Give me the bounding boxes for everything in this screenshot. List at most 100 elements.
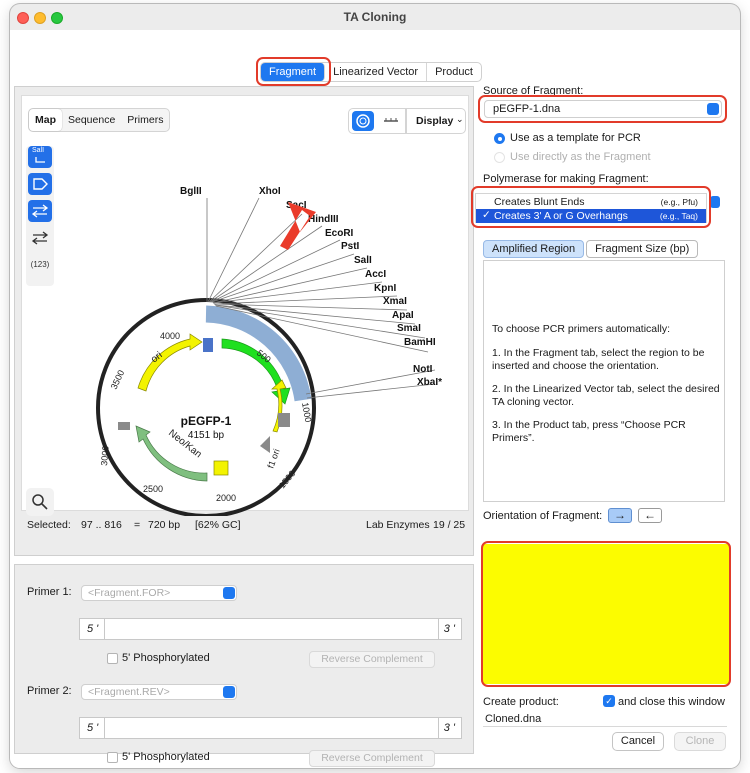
primer2-3prime: 3 ' [443, 722, 455, 734]
direct-fragment-radio[interactable] [494, 152, 505, 163]
title-bar: TA Cloning [10, 4, 740, 30]
chevron-down-icon [223, 587, 235, 599]
instruction-heading: To choose PCR primers automatically: [492, 323, 670, 335]
chevron-down-icon: ⌄ [456, 114, 464, 124]
ori-feature-arrow [137, 333, 203, 392]
primer2-phosphorylated-label: 5' Phosphorylated [122, 751, 210, 763]
enzyme-acci: AccI [365, 269, 386, 280]
promoter-block [203, 338, 213, 352]
primer-panel: Primer 1: <Fragment.FOR> 5 ' 3 ' 5' Phos… [14, 564, 474, 767]
plasmid-size: 4151 bp [188, 430, 225, 441]
close-window-label: and close this window [618, 696, 726, 708]
cancel-button[interactable]: Cancel [612, 732, 664, 751]
enzyme-kpni: KpnI [374, 283, 396, 294]
enzyme-bglii: BglII [180, 186, 202, 197]
clone-button[interactable]: Clone [674, 732, 726, 751]
yellow-feature-block [213, 460, 229, 476]
instruction-step-2: 2. In the Linearized Vector tab, select … [492, 383, 720, 408]
primer1-placeholder: <Fragment.FOR> [88, 587, 171, 599]
plasmid-map: ori Neo/Kan f1 ori pEGFP-1 4151 bp 500 1… [96, 186, 442, 516]
selected-equals: = [134, 519, 141, 531]
region-tabs: Amplified Region Fragment Size (bp) [483, 240, 700, 258]
selected-range: 97 .. 816 [81, 519, 122, 531]
gray-feature-3 [118, 422, 130, 430]
tab-product[interactable]: Product [427, 63, 481, 81]
gray-feature-2 [260, 436, 270, 453]
primer1-label: Primer 1: [27, 586, 72, 598]
primer1-3prime: 3 ' [443, 623, 455, 635]
preview-highlight [481, 541, 731, 687]
primer1-5prime: 5 ' [87, 623, 99, 635]
primer2-select[interactable]: <Fragment.REV> [81, 684, 237, 700]
tab-linearized-vector[interactable]: Linearized Vector [325, 63, 428, 81]
tick-4000: 4000 [160, 331, 180, 341]
primer2-phosphorylated-checkbox[interactable] [107, 752, 118, 763]
instructions-pane: To choose PCR primers automatically: 1. … [483, 260, 725, 502]
display-menu-button[interactable]: Display ⌄ [406, 108, 466, 134]
primer2-reverse-complement-button[interactable]: Reverse Complement [309, 750, 435, 767]
selected-gc: [62% GC] [195, 519, 241, 531]
enzyme-psti: PstI [341, 241, 360, 252]
ta-cloning-window: TA Cloning Fragment Linearized Vector Pr… [10, 4, 740, 768]
primer1-select[interactable]: <Fragment.FOR> [81, 585, 237, 601]
tick-1000: 1000 [300, 402, 313, 423]
view-tab-primers[interactable]: Primers [121, 109, 169, 131]
primer2-label: Primer 2: [27, 685, 72, 697]
enzyme-smai: SmaI [397, 323, 421, 334]
gray-feature-1 [278, 413, 290, 427]
tick-3500: 3500 [109, 368, 127, 390]
close-window-checkbox[interactable]: ✓ [603, 695, 615, 707]
template-pcr-radio[interactable] [494, 133, 505, 144]
primer1-phosphorylated-label: 5' Phosphorylated [122, 652, 210, 664]
primer1-phosphorylated-checkbox[interactable] [107, 653, 118, 664]
primer1-reverse-complement-button[interactable]: Reverse Complement [309, 651, 435, 668]
selected-label: Selected: [27, 519, 71, 531]
linear-map-icon[interactable] [381, 113, 401, 129]
primer2-placeholder: <Fragment.REV> [88, 686, 170, 698]
primer2-sequence-field[interactable]: 5 ' 3 ' [79, 717, 462, 739]
direct-fragment-label: Use directly as the Fragment [510, 151, 651, 163]
enzyme-ecori: EcoRI [325, 228, 354, 239]
magnifier-icon [32, 494, 48, 510]
enzyme-xmai: XmaI [383, 296, 407, 307]
tick-2000: 2000 [216, 493, 236, 503]
create-product-label: Create product: [483, 696, 559, 708]
map-canvas[interactable]: Map Sequence Primers Display ⌄ SalI (123… [21, 95, 469, 516]
lab-enzymes-label: Lab Enzymes [366, 519, 430, 531]
polymerase-label: Polymerase for making Fragment: [483, 173, 649, 185]
tab-amplified-region[interactable]: Amplified Region [483, 240, 585, 258]
view-tab-sequence[interactable]: Sequence [62, 109, 121, 131]
fragment-tab-highlight [256, 57, 331, 86]
tick-2500: 2500 [143, 484, 163, 494]
orientation-label: Orientation of Fragment: [483, 510, 603, 522]
polymerase-menu-indicator [710, 196, 720, 208]
chevron-down-icon [223, 686, 235, 698]
enzyme-xbai: XbaI* [417, 377, 442, 388]
template-pcr-label: Use as a template for PCR [510, 132, 641, 144]
window-title: TA Cloning [343, 10, 407, 24]
content-area: Fragment Linearized Vector Product Map S… [10, 30, 740, 768]
primer1-sequence-field[interactable]: 5 ' 3 ' [79, 618, 462, 640]
enzyme-xhoi: XhoI [259, 186, 281, 197]
zoom-button[interactable] [26, 488, 54, 516]
enzyme-apai: ApaI [392, 310, 414, 321]
view-segmented-control: Map Sequence Primers [28, 108, 171, 132]
tab-fragment-size[interactable]: Fragment Size (bp) [586, 240, 699, 258]
polymerase-highlight [471, 186, 711, 228]
map-style-toggle [348, 108, 406, 134]
orientation-reverse-button[interactable]: ← [638, 508, 662, 523]
instruction-step-3: 3. In the Product tab, press “Choose PCR… [492, 419, 686, 444]
orientation-forward-button[interactable]: → [608, 508, 632, 523]
primer2-5prime: 5 ' [87, 722, 99, 734]
map-status-bar: Selected: 97 .. 816 = 720 bp [62% GC] La… [21, 517, 469, 535]
enzyme-sali: SalI [354, 255, 372, 266]
map-panel: Map Sequence Primers Display ⌄ SalI (123… [14, 86, 474, 556]
display-label: Display [416, 115, 454, 127]
enzyme-noti: NotI [413, 364, 433, 375]
enzyme-bamhi: BamHI [404, 337, 436, 348]
product-name-field[interactable]: Cloned.dna [483, 712, 727, 727]
tick-3000: 3000 [99, 445, 111, 466]
view-tab-map[interactable]: Map [29, 109, 62, 131]
enzymes-count: 19 / 25 [433, 519, 466, 531]
circular-map-icon[interactable] [352, 111, 374, 131]
